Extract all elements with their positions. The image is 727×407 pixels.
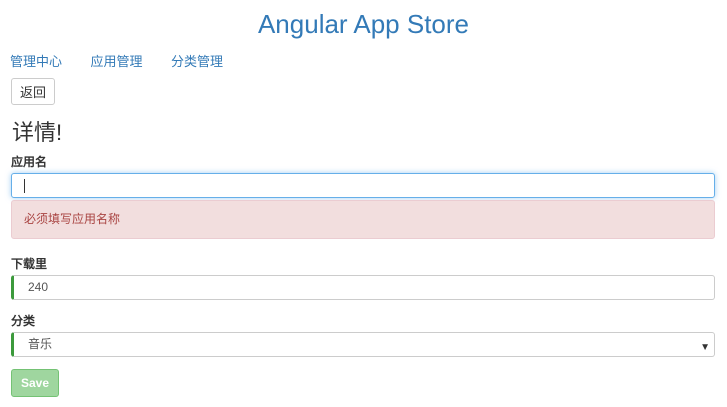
downloads-input[interactable]: 240 [11, 275, 715, 300]
downloads-label: 下载里 [11, 257, 48, 271]
app-name-input[interactable] [11, 173, 715, 198]
top-nav: 管理中心 应用管理 分类管理 [10, 53, 247, 71]
back-button[interactable]: 返回 [11, 78, 55, 105]
downloads-value: 240 [28, 280, 49, 294]
name-required-alert: 必须填写应用名称 [11, 200, 715, 239]
app-title: Angular App Store [257, 9, 470, 39]
category-label: 分类 [11, 314, 36, 328]
page-title: 详情! [12, 120, 63, 145]
chevron-down-icon: ▼ [700, 342, 710, 353]
nav-item-category-management[interactable]: 分类管理 [171, 54, 223, 69]
app-name-label: 应用名 [11, 155, 48, 169]
category-select[interactable]: 音乐 ▼ [11, 332, 715, 357]
nav-item-admin-center[interactable]: 管理中心 [10, 54, 62, 69]
category-selected-value: 音乐 [28, 337, 53, 351]
text-caret [24, 179, 25, 193]
save-button[interactable]: Save [11, 369, 59, 397]
nav-item-app-management[interactable]: 应用管理 [90, 54, 142, 69]
